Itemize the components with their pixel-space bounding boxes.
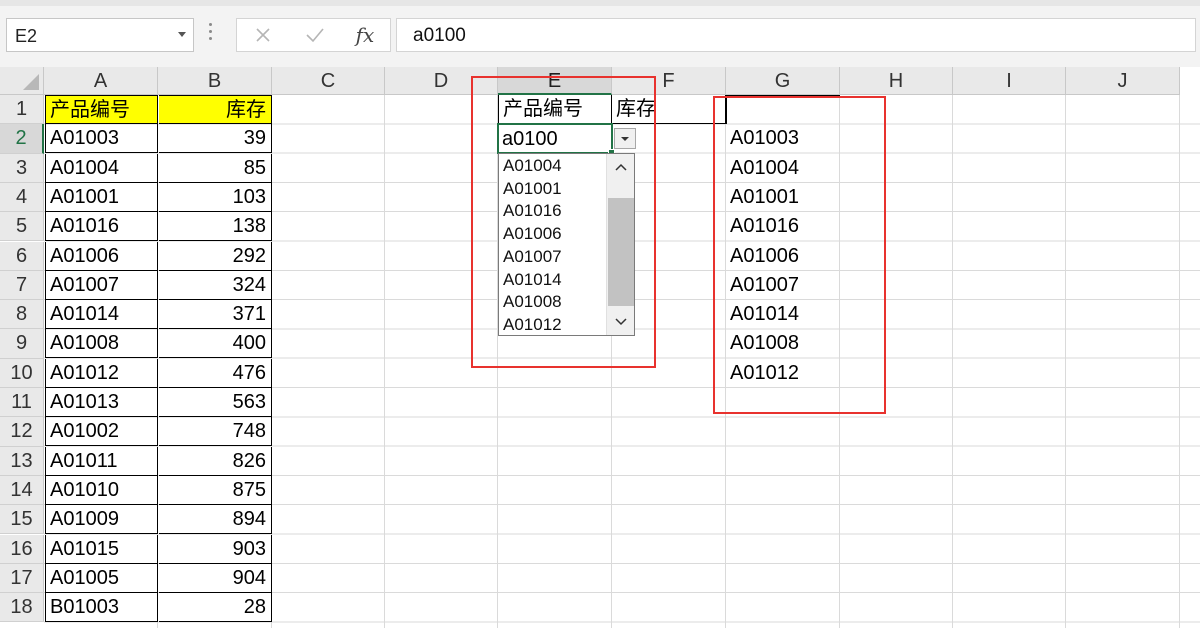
row-header-18[interactable]: 18 <box>0 593 44 623</box>
source-code-cell[interactable]: A01009 <box>45 505 158 535</box>
source-code-cell[interactable]: A01006 <box>45 241 158 271</box>
source-code-cell[interactable]: A01015 <box>45 534 158 564</box>
source-stock-cell[interactable]: 85 <box>159 153 272 183</box>
insert-function-button[interactable]: fx <box>345 19 385 51</box>
row-header-16[interactable]: 16 <box>0 534 44 564</box>
drag-handle-icon[interactable] <box>209 23 213 45</box>
column-header-h[interactable]: H <box>840 67 953 95</box>
column-header-i[interactable]: I <box>953 67 1066 95</box>
row-header-15[interactable]: 15 <box>0 505 44 535</box>
fx-icon: fx <box>355 23 375 47</box>
formula-input-value: a0100 <box>413 25 466 46</box>
source-stock-cell[interactable]: 371 <box>159 300 272 330</box>
source-stock-cell[interactable]: 324 <box>159 270 272 300</box>
highlight-box-lookup <box>471 76 656 368</box>
name-box-value: E2 <box>15 26 38 46</box>
row-header-1[interactable]: 1 <box>0 95 44 125</box>
select-all-corner[interactable] <box>0 67 44 95</box>
source-code-cell[interactable]: A01005 <box>45 563 158 593</box>
row-header-9[interactable]: 9 <box>0 329 44 359</box>
row-header-12[interactable]: 12 <box>0 417 44 447</box>
row-header-10[interactable]: 10 <box>0 358 44 388</box>
source-code-cell[interactable]: A01012 <box>45 358 158 388</box>
source-stock-cell[interactable]: 875 <box>159 475 272 505</box>
column-header-c[interactable]: C <box>272 67 385 95</box>
source-stock-cell[interactable]: 292 <box>159 241 272 271</box>
column-header-j[interactable]: J <box>1066 67 1180 95</box>
source-code-cell[interactable]: A01016 <box>45 212 158 242</box>
row-header-5[interactable]: 5 <box>0 212 44 242</box>
source-stock-cell[interactable]: 904 <box>159 563 272 593</box>
source-stock-cell[interactable]: 748 <box>159 417 272 447</box>
column-gridline <box>1179 95 1180 628</box>
row-header-11[interactable]: 11 <box>0 388 44 418</box>
row-header-13[interactable]: 13 <box>0 446 44 476</box>
column-header-a[interactable]: A <box>44 67 158 95</box>
source-stock-cell[interactable]: 894 <box>159 505 272 535</box>
source-header-stock[interactable]: 库存 <box>159 95 272 124</box>
row-header-6[interactable]: 6 <box>0 241 44 271</box>
source-stock-cell[interactable]: 476 <box>159 358 272 388</box>
source-code-cell[interactable]: A01010 <box>45 475 158 505</box>
name-box[interactable]: E2 <box>6 18 194 52</box>
source-stock-cell[interactable]: 400 <box>159 329 272 359</box>
column-gridline <box>952 95 953 628</box>
row-header-8[interactable]: 8 <box>0 300 44 330</box>
row-header-14[interactable]: 14 <box>0 475 44 506</box>
column-gridline <box>384 95 385 628</box>
column-gridline <box>1065 95 1066 628</box>
source-code-cell[interactable]: A01001 <box>45 182 158 212</box>
row-header-7[interactable]: 7 <box>0 270 44 301</box>
source-stock-cell[interactable]: 103 <box>159 182 272 212</box>
row-header-17[interactable]: 17 <box>0 563 44 594</box>
worksheet-grid[interactable]: ABCDEFGHIJ 1 2 3 4 5 6 7 8 9 10 11 12 13 14 15 16 17 18 产… <box>0 67 1200 628</box>
source-code-cell[interactable]: A01008 <box>45 329 158 359</box>
source-code-cell[interactable]: A01011 <box>45 446 158 476</box>
select-all-icon <box>23 74 39 90</box>
source-code-cell[interactable]: A01003 <box>45 124 158 154</box>
source-code-cell[interactable]: B01003 <box>45 593 158 623</box>
row-header-3[interactable]: 3 <box>0 153 44 183</box>
row-header-4[interactable]: 4 <box>0 182 44 213</box>
formula-input[interactable]: a0100 <box>396 18 1196 52</box>
source-code-cell[interactable]: A01004 <box>45 153 158 183</box>
source-code-cell[interactable]: A01002 <box>45 417 158 447</box>
source-code-cell[interactable]: A01013 <box>45 388 158 417</box>
column-header-g[interactable]: G <box>726 67 840 95</box>
source-stock-cell[interactable]: 903 <box>159 534 272 564</box>
highlight-box-helper <box>713 96 886 414</box>
row-header-2[interactable]: 2 <box>0 124 44 154</box>
formula-buttons: fx <box>236 18 391 52</box>
source-stock-cell[interactable]: 563 <box>159 388 272 417</box>
source-stock-cell[interactable]: 826 <box>159 446 272 476</box>
formula-bar: E2 fx a0100 <box>0 6 1200 67</box>
source-code-cell[interactable]: A01014 <box>45 300 158 330</box>
check-icon[interactable] <box>295 19 335 51</box>
source-stock-cell[interactable]: 28 <box>159 593 272 623</box>
source-code-cell[interactable]: A01007 <box>45 270 158 300</box>
source-header-code[interactable]: 产品编号 <box>45 95 158 124</box>
chevron-down-icon[interactable] <box>178 32 186 37</box>
source-stock-cell[interactable]: 39 <box>159 124 272 154</box>
close-icon[interactable] <box>243 19 283 51</box>
source-stock-cell[interactable]: 138 <box>159 212 272 242</box>
column-header-b[interactable]: B <box>158 67 272 95</box>
